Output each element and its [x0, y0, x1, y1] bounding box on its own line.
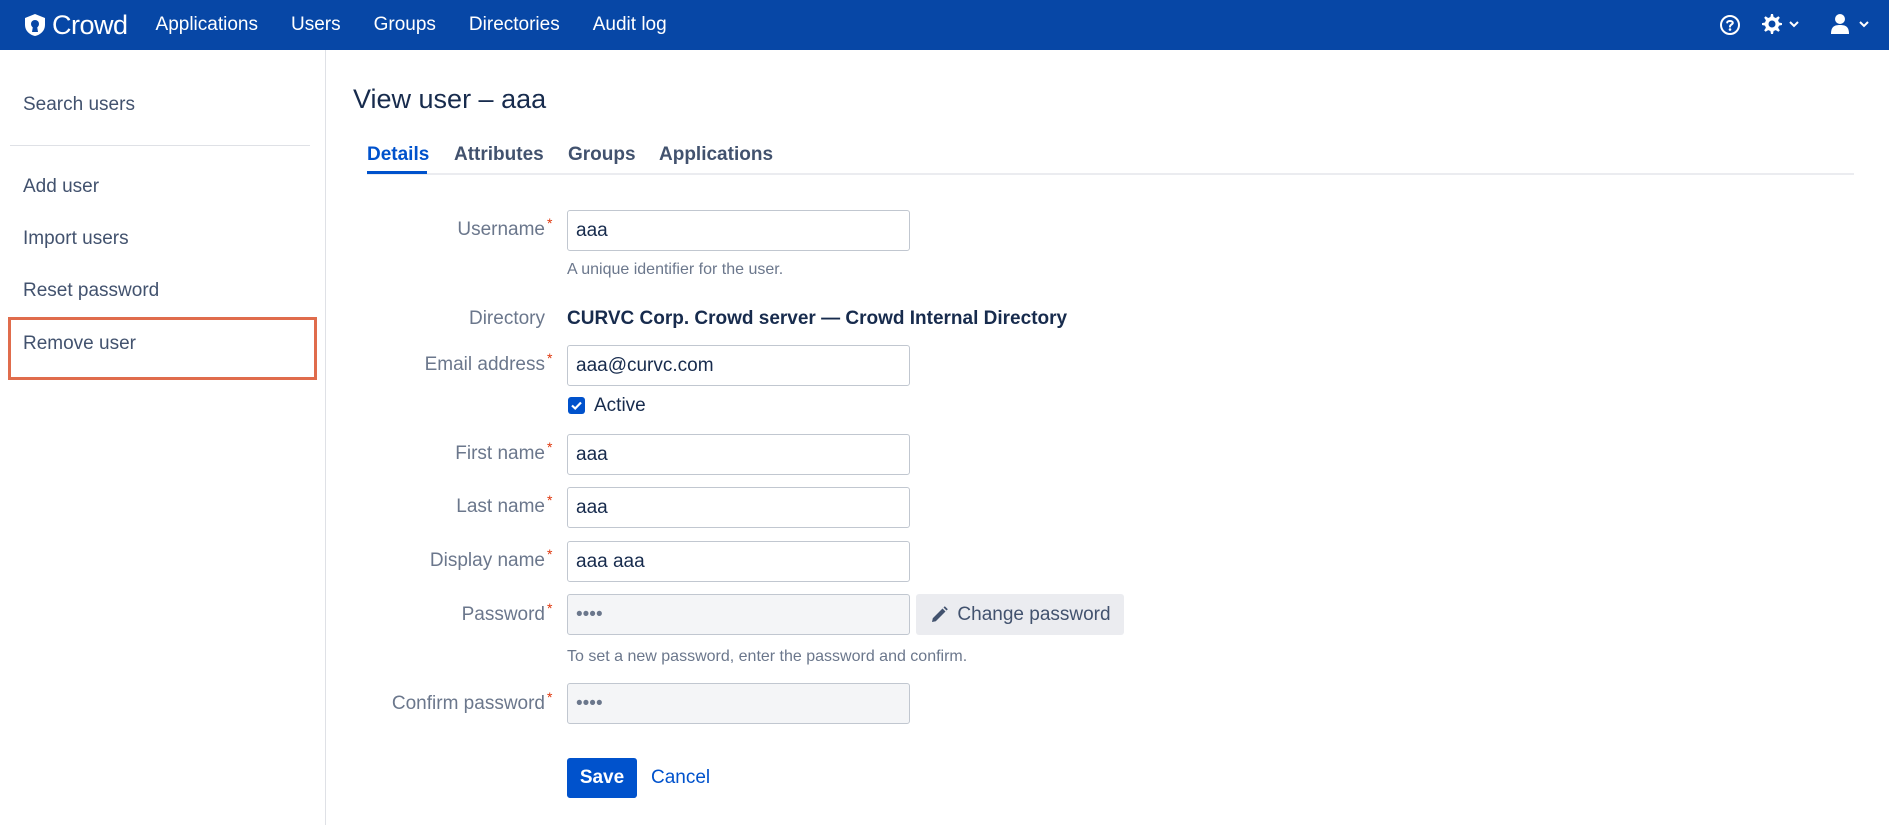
pencil-icon — [932, 605, 949, 622]
sidebar-item-remove-user[interactable]: Remove user — [23, 333, 136, 355]
active-checkbox[interactable] — [568, 397, 585, 414]
checkmark-icon — [571, 401, 582, 411]
nav-users[interactable]: Users — [291, 14, 341, 36]
sidebar-divider — [10, 145, 310, 146]
user-menu[interactable] — [1829, 12, 1871, 36]
crowd-logo-icon — [25, 14, 45, 36]
top-navigation-bar: Crowd Applications Users Groups Director… — [0, 0, 1889, 50]
chevron-down-icon — [1859, 21, 1869, 28]
nav-directories[interactable]: Directories — [469, 14, 560, 36]
username-field[interactable]: aaa — [567, 210, 910, 251]
confirm-password-field[interactable]: •••• — [567, 683, 910, 724]
password-field[interactable]: •••• — [567, 594, 910, 635]
sidebar: Search users Add user Import users Reset… — [0, 50, 326, 825]
user-icon — [1831, 14, 1849, 34]
main-nav: Applications Users Groups Directories Au… — [156, 14, 700, 36]
username-help: A unique identifier for the user. — [567, 261, 784, 278]
first-name-field[interactable]: aaa — [567, 434, 910, 475]
directory-value: CURVC Corp. Crowd server — Crowd Interna… — [567, 308, 1068, 329]
email-label: Email address * — [424, 350, 553, 375]
password-label: Password * — [461, 600, 553, 625]
save-button[interactable]: Save — [567, 758, 637, 798]
nav-audit-log[interactable]: Audit log — [593, 14, 667, 36]
tab-bar: Details Attributes Groups Applications — [367, 142, 1854, 175]
app-logo[interactable]: Crowd — [24, 10, 128, 41]
last-name-label: Last name * — [456, 492, 553, 517]
help-icon[interactable] — [1719, 14, 1741, 36]
app-name: Crowd — [52, 9, 128, 40]
active-label: Active — [594, 395, 646, 416]
tab-attributes[interactable]: Attributes — [454, 144, 544, 166]
sidebar-item-import-users[interactable]: Import users — [23, 228, 129, 250]
nav-groups[interactable]: Groups — [374, 14, 436, 36]
first-name-label: First name * — [455, 439, 553, 464]
confirm-password-label: Confirm password * — [391, 689, 553, 714]
gear-icon — [1762, 14, 1782, 34]
tab-groups[interactable]: Groups — [568, 144, 636, 166]
password-help: To set a new password, enter the passwor… — [567, 648, 968, 665]
directory-label: Directory — [468, 308, 545, 329]
display-name-label: Display name * — [429, 546, 553, 571]
last-name-field[interactable]: aaa — [567, 487, 910, 528]
sidebar-item-search-users[interactable]: Search users — [23, 94, 135, 116]
sidebar-item-reset-password[interactable]: Reset password — [23, 280, 159, 302]
email-field[interactable]: aaa@curvc.com — [567, 345, 910, 386]
page-title: View user – aaa — [353, 84, 547, 114]
active-tab-indicator — [367, 171, 427, 174]
tab-details[interactable]: Details — [367, 144, 429, 166]
username-label: Username * — [457, 215, 553, 240]
change-password-button[interactable]: Change password — [916, 594, 1124, 635]
display-name-field[interactable]: aaa aaa — [567, 541, 910, 582]
sidebar-item-add-user[interactable]: Add user — [23, 176, 99, 198]
tab-applications[interactable]: Applications — [659, 144, 773, 166]
nav-applications[interactable]: Applications — [156, 14, 258, 36]
change-password-label: Change password — [957, 603, 1111, 625]
cancel-link[interactable]: Cancel — [651, 767, 710, 789]
chevron-down-icon — [1789, 21, 1799, 28]
settings-menu[interactable] — [1759, 12, 1801, 36]
